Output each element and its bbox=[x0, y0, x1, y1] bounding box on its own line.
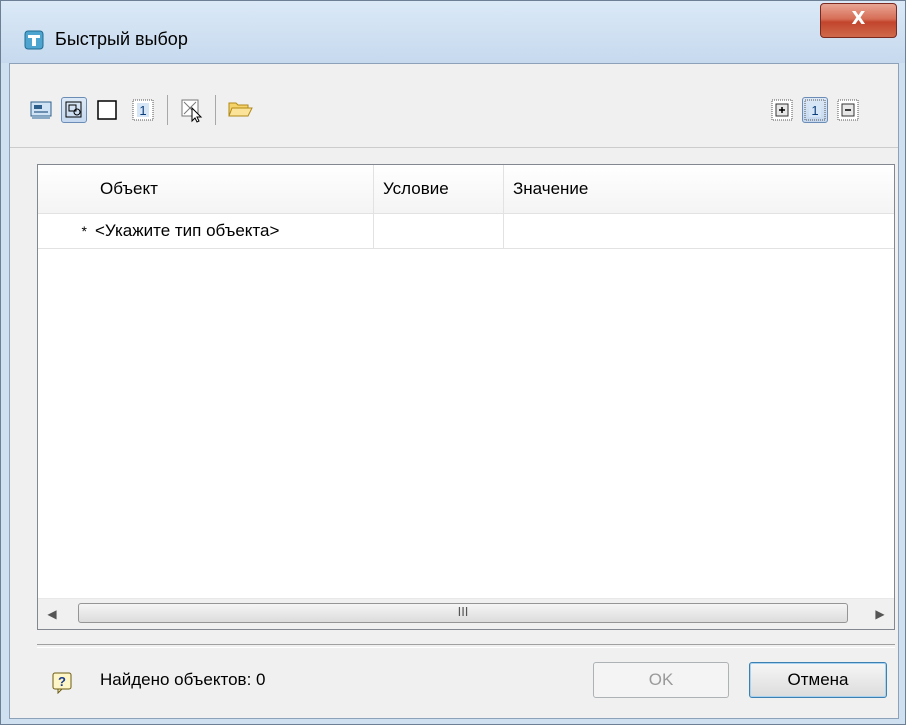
window-title: Быстрый выбор bbox=[55, 29, 188, 49]
row-marker: * bbox=[81, 223, 87, 239]
ok-button[interactable]: OK bbox=[593, 662, 729, 698]
empty-box-icon[interactable] bbox=[94, 97, 120, 123]
highlight-single-icon[interactable]: 1 bbox=[802, 97, 828, 123]
close-button[interactable]: X bbox=[820, 3, 897, 38]
help-icon: ? bbox=[52, 672, 72, 694]
pick-cursor-icon[interactable] bbox=[179, 97, 205, 123]
column-header-condition[interactable]: Условие bbox=[374, 165, 504, 213]
svg-text:1: 1 bbox=[139, 103, 146, 118]
apply-to-drawing-icon[interactable] bbox=[28, 97, 54, 123]
found-objects-status: Найдено объектов: 0 bbox=[100, 670, 266, 689]
highlight-number-icon[interactable]: 1 bbox=[130, 97, 156, 123]
column-header-object[interactable]: Объект bbox=[91, 165, 374, 213]
horizontal-scrollbar[interactable]: ◀ III ▶ bbox=[38, 598, 894, 629]
cancel-button[interactable]: Отмена bbox=[749, 662, 887, 698]
collapse-all-icon[interactable] bbox=[835, 97, 861, 123]
criteria-grid[interactable]: Объект Условие Значение * <Укажите тип о… bbox=[37, 164, 895, 630]
svg-text:1: 1 bbox=[811, 103, 818, 118]
scroll-thumb[interactable]: III bbox=[78, 603, 848, 623]
condition-cell[interactable] bbox=[374, 214, 504, 248]
footer-divider bbox=[37, 644, 895, 648]
folder-open-icon[interactable] bbox=[226, 97, 253, 123]
dialog-body: 1 1 Объект Условие Значение * <Укажите т… bbox=[9, 63, 899, 719]
scroll-right-icon[interactable]: ▶ bbox=[866, 599, 894, 629]
object-type-cell[interactable]: <Укажите тип объекта> bbox=[91, 214, 374, 248]
value-cell[interactable] bbox=[504, 214, 894, 248]
title-bar[interactable]: Быстрый выбор X bbox=[1, 1, 905, 63]
scroll-left-icon[interactable]: ◀ bbox=[38, 599, 66, 629]
app-icon bbox=[24, 30, 44, 50]
close-icon: X bbox=[851, 8, 866, 29]
column-header-marker[interactable] bbox=[38, 165, 91, 213]
expand-all-icon[interactable] bbox=[769, 97, 795, 123]
quick-select-window: Быстрый выбор X 1 1 Объект Условие Значе… bbox=[0, 0, 906, 725]
select-objects-icon[interactable] bbox=[61, 97, 87, 123]
svg-text:?: ? bbox=[58, 674, 66, 689]
grid-header: Объект Условие Значение bbox=[38, 165, 894, 214]
column-header-value[interactable]: Значение bbox=[504, 165, 894, 213]
table-row[interactable]: * <Укажите тип объекта> bbox=[38, 214, 894, 249]
